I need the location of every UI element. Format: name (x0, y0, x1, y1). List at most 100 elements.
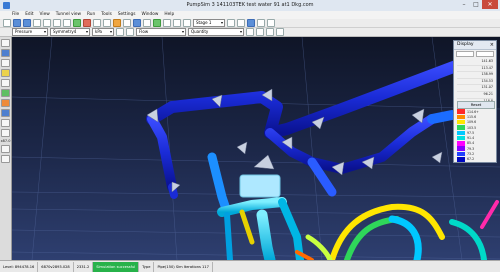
node-icon[interactable] (143, 19, 151, 27)
zoom-in-icon[interactable] (93, 19, 101, 27)
open-folder-icon[interactable] (13, 19, 21, 27)
unit-select[interactable]: kPa (92, 28, 114, 36)
maximize-button[interactable]: □ (470, 0, 482, 9)
zoom-tool-icon[interactable] (1, 69, 10, 77)
quantity-select[interactable]: Quantity (188, 28, 244, 36)
value-item: 131.07 (457, 85, 493, 92)
display-controls (454, 50, 496, 58)
zoom-out-icon[interactable] (103, 19, 111, 27)
close-icon[interactable]: × (490, 41, 494, 49)
legend-label: 67.2 (467, 157, 475, 162)
legend-label: 103.5 (467, 125, 477, 130)
legend-swatch (457, 114, 465, 120)
pan-tool-icon[interactable] (1, 49, 10, 57)
legend-label: 115.6 (467, 114, 477, 119)
select-tool-icon[interactable] (1, 39, 10, 47)
palette-icon[interactable] (256, 28, 264, 36)
left-tool-strip: x87.0 (0, 37, 12, 260)
menu-settings[interactable]: Settings (118, 11, 136, 19)
valve-icon[interactable] (123, 19, 131, 27)
filter-icon[interactable] (246, 28, 254, 36)
stage-select[interactable]: Stage 1 (193, 19, 225, 27)
legend-label: 97.5 (467, 130, 475, 135)
legend-swatch (457, 151, 465, 157)
menu-file[interactable]: File (12, 11, 19, 19)
add-node-icon[interactable] (1, 89, 10, 97)
copy-icon[interactable] (53, 19, 61, 27)
legend-swatch (457, 141, 465, 146)
view-3d-icon[interactable] (247, 19, 255, 27)
status-elevation: 2331.2 (74, 261, 94, 272)
symmetry-select[interactable]: Symmetry4 (50, 28, 90, 36)
legend-label: 73.2 (467, 152, 475, 157)
legend-label: 109.6 (467, 120, 477, 125)
rotate-tool-icon[interactable] (1, 59, 10, 67)
refresh-icon[interactable] (227, 19, 235, 27)
menu-help[interactable]: Help (164, 11, 174, 19)
value-item: 134.53 (457, 79, 493, 86)
color-icon[interactable] (116, 28, 124, 36)
fit-view-icon[interactable] (1, 79, 10, 87)
display-panel-title: Display (457, 42, 474, 47)
info-icon[interactable] (267, 19, 275, 27)
result-type-select[interactable]: Pressure (12, 28, 48, 36)
grid-icon[interactable] (173, 19, 181, 27)
main-toolbar: Stage 1 (0, 19, 500, 28)
menu-run[interactable]: Run (87, 11, 95, 19)
menu-window[interactable]: Window (141, 11, 158, 19)
paste-icon[interactable] (63, 19, 71, 27)
tank-icon[interactable] (153, 19, 161, 27)
window-controls: – □ ✕ (458, 0, 498, 9)
pump-icon[interactable] (113, 19, 121, 27)
print-icon[interactable] (33, 19, 41, 27)
pipe-icon[interactable] (133, 19, 141, 27)
camera-icon[interactable] (257, 19, 265, 27)
status-type: Type (139, 261, 155, 272)
add-pump-icon[interactable] (1, 99, 10, 107)
status-simulation: Simulation successful (93, 261, 140, 272)
legend-icon[interactable] (276, 28, 284, 36)
cut-icon[interactable] (43, 19, 51, 27)
chart-icon[interactable] (163, 19, 171, 27)
legend-label: 85.4 (467, 141, 475, 146)
settings-icon[interactable] (237, 19, 245, 27)
color-legend: 114.6+ 115.6 109.6 103.5 97.5 91.4 85.4 … (457, 109, 495, 162)
measure-icon[interactable] (1, 119, 10, 127)
new-file-icon[interactable] (3, 19, 11, 27)
menu-tunnel-view[interactable]: Tunnel view (56, 11, 81, 19)
layers-icon[interactable] (183, 19, 191, 27)
arrow-icon[interactable] (126, 28, 134, 36)
3d-viewport[interactable] (12, 37, 500, 260)
section-icon[interactable] (1, 129, 10, 137)
axis-icon[interactable] (1, 155, 10, 163)
run-icon[interactable] (73, 19, 81, 27)
light-icon[interactable] (1, 145, 10, 153)
close-button[interactable]: ✕ (482, 0, 498, 9)
display-option-a[interactable] (456, 51, 474, 57)
legend-swatch (457, 119, 465, 125)
legend-swatch (457, 135, 465, 141)
legend-swatch (457, 125, 465, 130)
menu-tools[interactable]: Tools (101, 11, 112, 19)
reset-button[interactable]: Reset (457, 101, 495, 109)
status-coords: 6870v2893.028 (38, 261, 74, 272)
add-pipe-icon[interactable] (1, 109, 10, 117)
display-panel-header: Display × (454, 41, 496, 50)
menu-view[interactable]: View (40, 11, 50, 19)
legend-label: 114.6+ (467, 109, 479, 114)
status-level: Level: 894478.16 (0, 261, 39, 272)
value-item: 113.47 (457, 66, 493, 73)
label-icon[interactable] (266, 28, 274, 36)
menu-bar: File Edit View Tunnel view Run Tools Set… (0, 11, 500, 19)
menu-edit[interactable]: Edit (25, 11, 33, 19)
display-option-b[interactable] (476, 51, 494, 57)
value-list: 141.63 113.47 138.99 134.53 131.07 96.21… (457, 59, 493, 106)
stop-icon[interactable] (83, 19, 91, 27)
value-item: 138.99 (457, 72, 493, 79)
pipe-network-view[interactable] (12, 37, 500, 260)
flow-select[interactable]: Flow (136, 28, 186, 36)
minimize-button[interactable]: – (458, 0, 470, 9)
scale-label: x87.0 (0, 139, 11, 143)
save-icon[interactable] (23, 19, 31, 27)
value-item: 141.63 (457, 59, 493, 66)
